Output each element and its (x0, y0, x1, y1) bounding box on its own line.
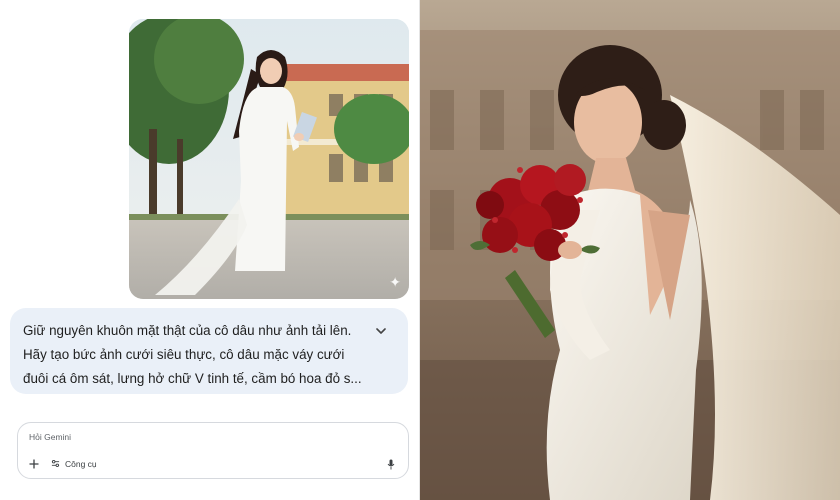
tools-sliders-icon (51, 455, 60, 473)
microphone-icon[interactable] (384, 456, 398, 472)
plus-icon[interactable] (26, 456, 42, 472)
user-prompt-bubble: Giữ nguyên khuôn mặt thật của cô dâu như… (10, 308, 408, 394)
chat-panel: ✦ Giữ nguyên khuôn mặt thật của cô dâu n… (0, 0, 420, 500)
tools-button[interactable]: Công cụ (51, 456, 97, 472)
chevron-down-icon[interactable] (374, 324, 388, 338)
tools-label: Công cụ (65, 459, 97, 469)
sparkle-icon: ✦ (389, 275, 401, 291)
prompt-input-box[interactable]: Hỏi Gemini Công cụ (17, 422, 409, 479)
generated-wedding-photo[interactable] (420, 0, 840, 500)
user-prompt-text: Giữ nguyên khuôn mặt thật của cô dâu như… (23, 323, 362, 387)
uploaded-photo[interactable]: ✦ (129, 19, 409, 299)
generated-photo-illustration (420, 0, 840, 500)
uploaded-photo-illustration (129, 19, 409, 299)
